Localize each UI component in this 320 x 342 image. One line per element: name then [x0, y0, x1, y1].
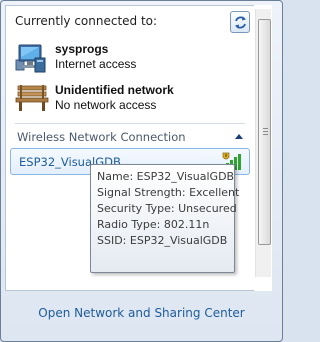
scroll-thumb[interactable] [258, 19, 271, 245]
tooltip-line-radio: Radio Type: 802.11n [97, 218, 210, 231]
public-bench-icon [15, 85, 49, 111]
refresh-button[interactable] [230, 11, 250, 33]
thumb-grip [263, 131, 268, 132]
connection-name: Unidentified network [55, 83, 174, 97]
tooltip-line-signal: Signal Strength: Excellent [97, 186, 240, 199]
connection-status: No network access [55, 98, 157, 112]
thumb-grip [263, 134, 268, 135]
connection-name: sysprogs [55, 42, 109, 56]
open-network-sharing-center-link[interactable]: Open Network and Sharing Center [0, 306, 283, 320]
tooltip-line-name: Name: ESP32_VisualGDB [97, 170, 235, 183]
thumb-grip [263, 128, 268, 129]
scrollbar[interactable] [254, 5, 272, 291]
connection-unidentified: Unidentified network No network access [15, 83, 245, 119]
connection-sysprogs: sysprogs Internet access [15, 42, 245, 78]
network-tooltip: Name: ESP32_VisualGDB Signal Strength: E… [90, 164, 240, 273]
tooltip-line-security: Security Type: Unsecured [97, 202, 237, 215]
network-computer-icon [15, 44, 46, 73]
wireless-section-label[interactable]: Wireless Network Connection [17, 130, 186, 144]
scroll-track[interactable] [255, 9, 271, 277]
tooltip-line-ssid: SSID: ESP32_VisualGDB [97, 234, 228, 247]
refresh-icon [235, 16, 246, 29]
collapse-chevron-icon[interactable] [235, 134, 243, 139]
header-title: Currently connected to: [15, 14, 158, 28]
section-divider [15, 123, 245, 124]
connection-status: Internet access [55, 57, 137, 71]
